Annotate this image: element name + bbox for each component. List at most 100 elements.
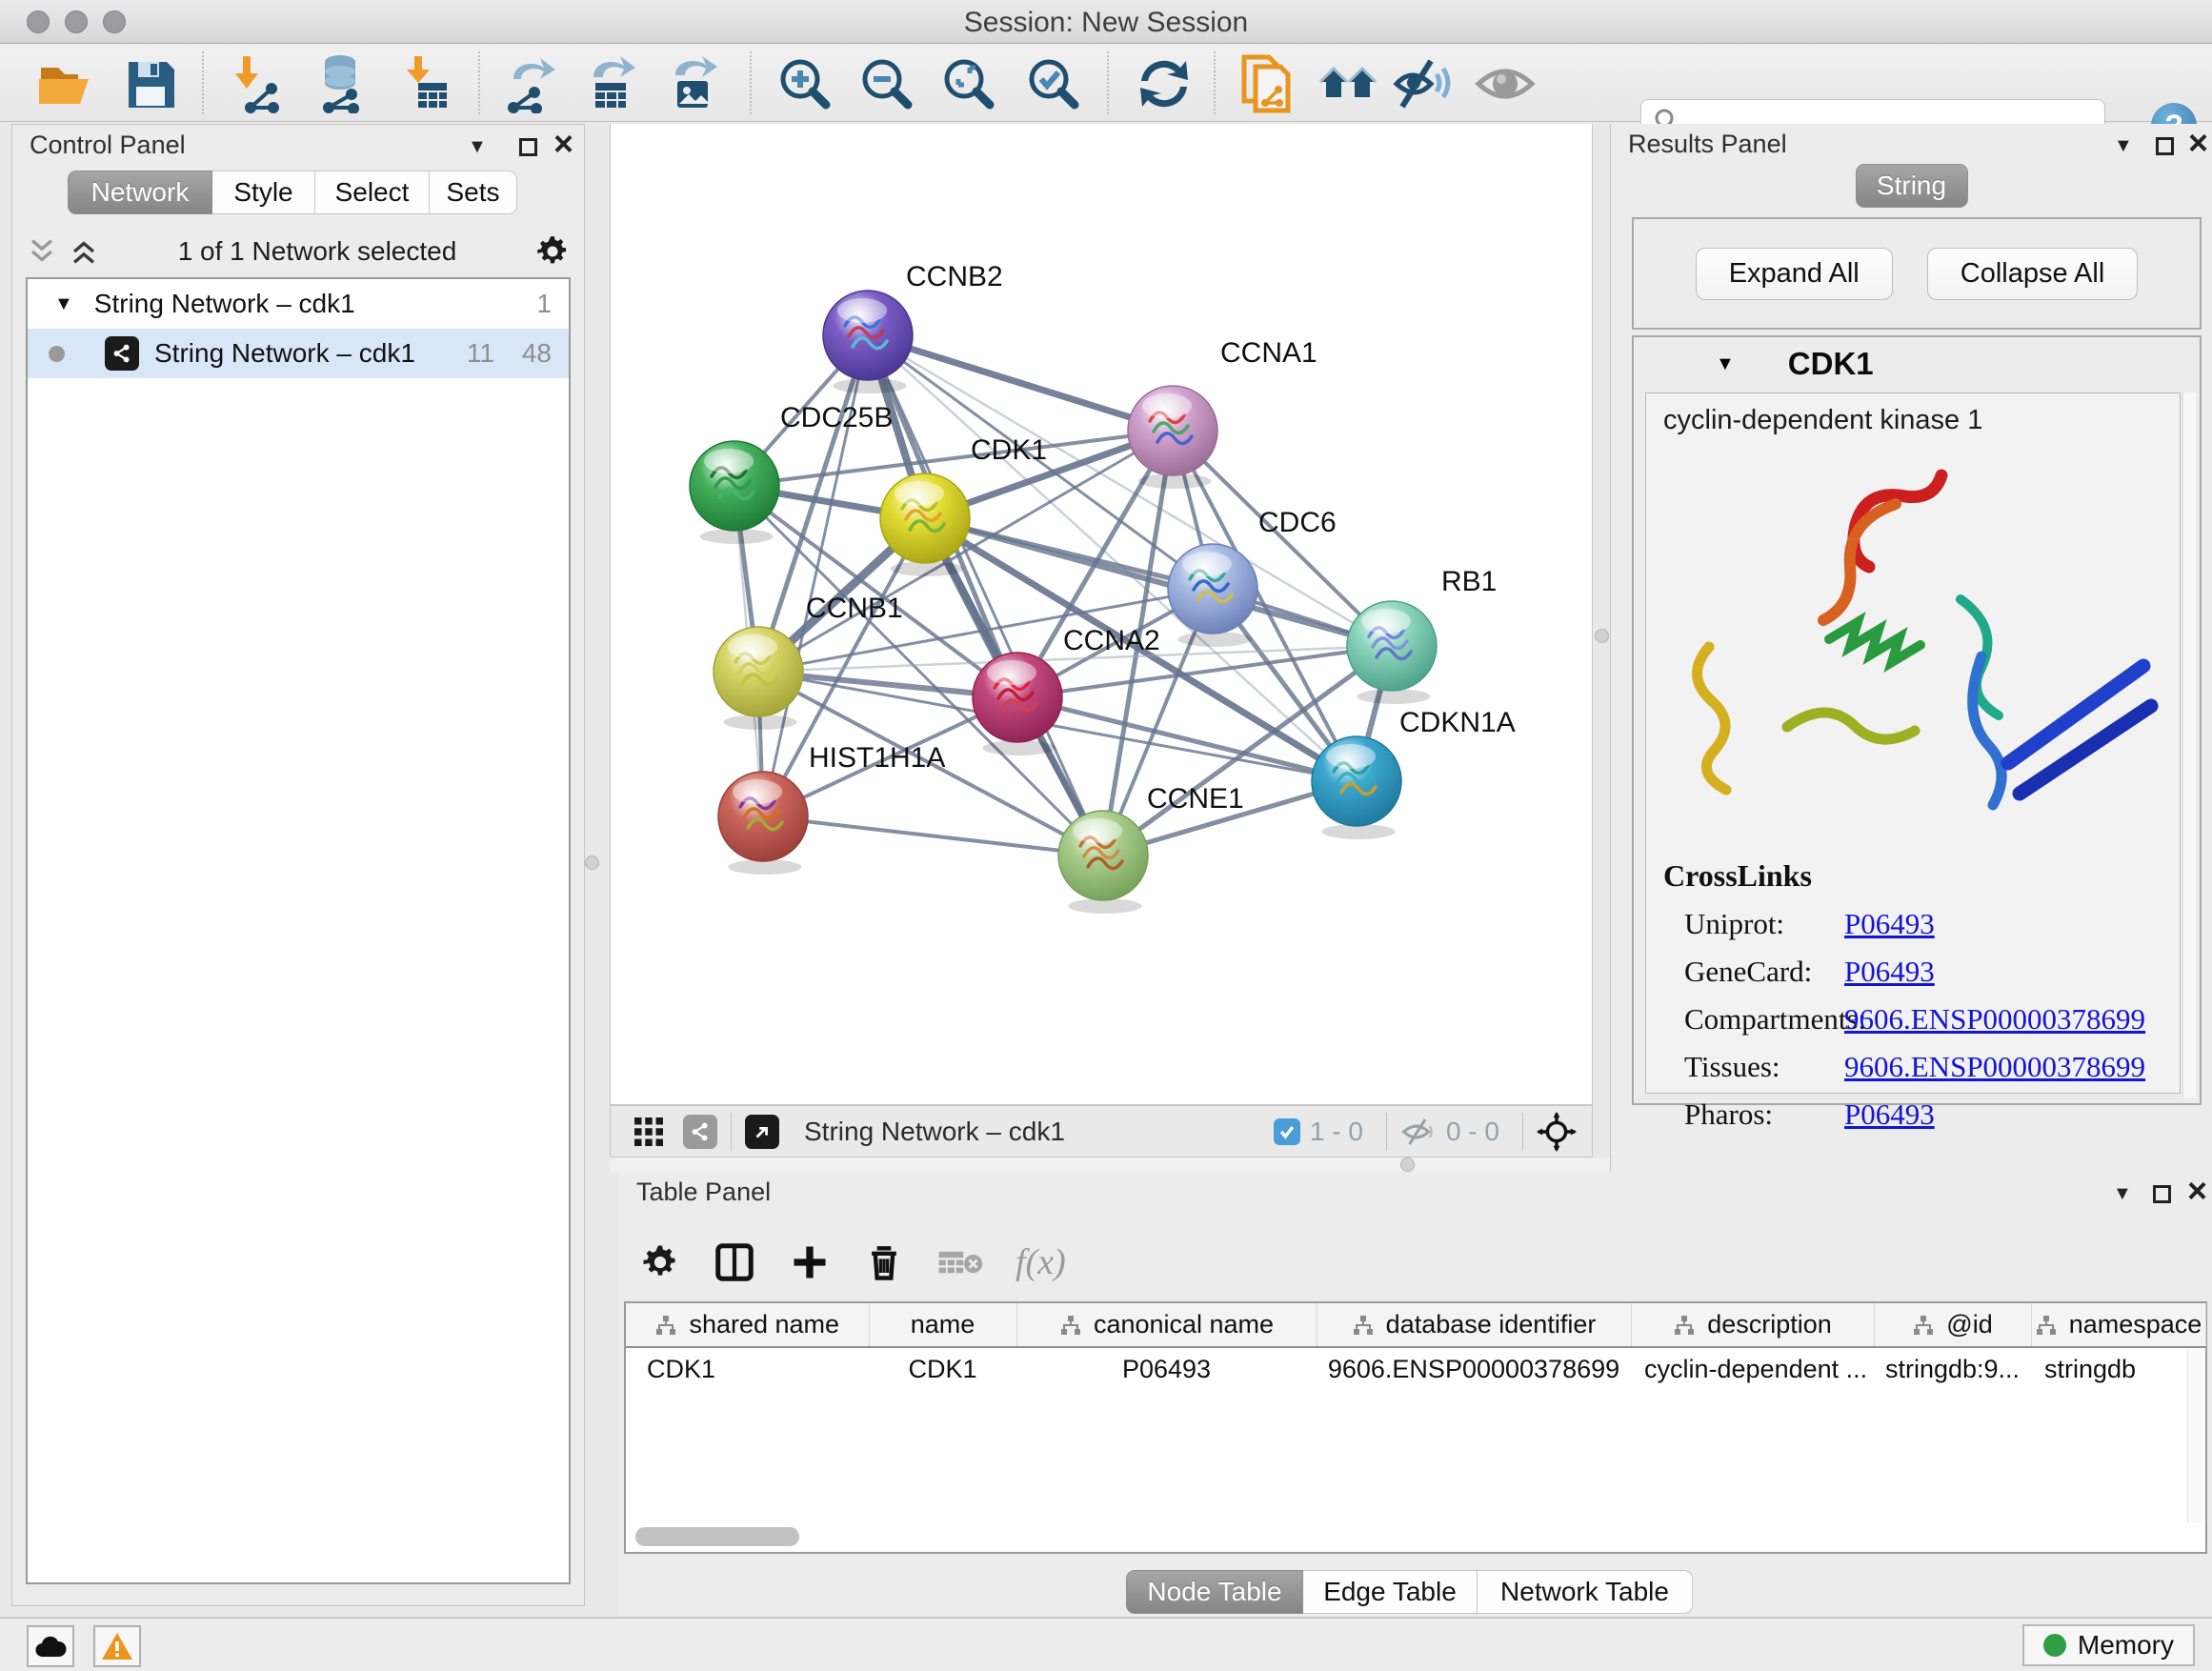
tab-select[interactable]: Select [315, 171, 430, 214]
string-home-icon[interactable] [1318, 53, 1379, 114]
column-header[interactable]: description [1631, 1303, 1874, 1347]
collection-label: String Network – cdk1 [94, 289, 355, 319]
column-header[interactable]: canonical name [1016, 1303, 1317, 1347]
network-row-selected[interactable]: String Network – cdk1 11 48 [28, 329, 569, 378]
import-network-from-database-icon[interactable] [311, 53, 372, 114]
network-share-icon[interactable] [683, 1115, 717, 1149]
column-header[interactable]: name [869, 1303, 1016, 1347]
cell-name[interactable]: CDK1 [869, 1347, 1016, 1391]
tab-node-table[interactable]: Node Table [1126, 1570, 1303, 1614]
crosslink-compartments-link[interactable]: 9606.ENSP00000378699 [1844, 1002, 2145, 1036]
cell-id[interactable]: stringdb:9... [1874, 1347, 2031, 1391]
disclosure-triangle-icon[interactable]: ▼ [1716, 353, 1735, 375]
table-row[interactable]: CDK1 CDK1 P06493 9606.ENSP00000378699 cy… [626, 1347, 2205, 1391]
table-toolbar: f(x) [640, 1233, 1066, 1292]
gear-icon[interactable] [640, 1242, 680, 1282]
cell-description[interactable]: cyclin-dependent ... [1631, 1347, 1874, 1391]
disclosure-triangle-icon[interactable]: ▼ [54, 293, 73, 315]
import-network-icon[interactable] [229, 53, 290, 114]
results-node-box: ▼ CDK1 cyclin-dependent kinase 1 [1632, 335, 2202, 1105]
add-column-icon[interactable] [789, 1241, 831, 1283]
network-graph[interactable]: CCNB2CCNA1CDC25BCDK1CDC6RB1CCNB1CCNA2CDK… [611, 124, 1592, 1103]
splitter-handle[interactable] [1400, 1158, 1415, 1172]
window-title: Session: New Session [0, 7, 2212, 39]
zoom-selected-icon[interactable] [1023, 53, 1084, 114]
column-header[interactable]: shared name [626, 1303, 869, 1347]
splitter-handle[interactable] [1595, 629, 1609, 643]
expand-all-button[interactable]: Expand All [1696, 248, 1893, 300]
show-columns-icon[interactable] [713, 1240, 756, 1284]
birds-eye-grid-icon[interactable] [632, 1115, 666, 1149]
crosslink-label: Compartments: [1663, 1002, 1844, 1037]
panel-float-icon[interactable] [519, 138, 537, 161]
save-session-icon[interactable] [120, 53, 181, 114]
edge-count: 48 [522, 338, 552, 369]
collapse-all-icon[interactable] [26, 235, 58, 268]
node-entry-detail: cyclin-dependent kinase 1 [1645, 393, 2181, 1094]
expand-all-icon[interactable] [68, 235, 100, 268]
column-header[interactable]: namespace [2031, 1303, 2205, 1347]
node-label-CDC6: CDC6 [1258, 507, 1337, 538]
tab-network[interactable]: Network [68, 171, 212, 214]
column-header[interactable]: database identifier [1317, 1303, 1631, 1347]
cell-shared-name[interactable]: CDK1 [626, 1347, 869, 1391]
zoom-in-icon[interactable] [774, 53, 835, 114]
open-session-icon[interactable] [34, 53, 95, 114]
cloud-button[interactable] [27, 1625, 74, 1667]
network-collection-row[interactable]: ▼ String Network – cdk1 1 [28, 279, 569, 329]
crosslink-label: GeneCard: [1663, 955, 1844, 989]
panel-float-icon[interactable] [2156, 137, 2174, 160]
share-document-icon[interactable] [1237, 53, 1297, 114]
cytoscape-window: Session: New Session [0, 0, 2212, 1671]
gear-icon[interactable] [534, 233, 571, 270]
node-label-CCNA2: CCNA2 [1063, 625, 1160, 656]
tab-edge-table[interactable]: Edge Table [1303, 1570, 1478, 1614]
tab-style[interactable]: Style [212, 171, 315, 214]
table-horizontal-scrollbar[interactable] [630, 1527, 2202, 1546]
panel-menu-icon[interactable]: ▼ [2113, 1183, 2132, 1205]
refresh-icon[interactable] [1134, 53, 1195, 114]
selected-checkbox-icon[interactable] [1274, 1118, 1300, 1145]
table-vertical-scrollbar[interactable] [2187, 1349, 2202, 1523]
column-header[interactable]: @id [1874, 1303, 2031, 1347]
scrollbar-thumb[interactable] [635, 1527, 799, 1546]
export-table-icon[interactable] [581, 53, 642, 114]
collapse-all-button[interactable]: Collapse All [1927, 248, 2139, 300]
delete-column-icon[interactable] [863, 1241, 905, 1283]
panel-menu-icon[interactable]: ▼ [468, 136, 487, 158]
zoom-fit-icon[interactable] [938, 53, 999, 114]
crosslink-tissues-link[interactable]: 9606.ENSP00000378699 [1844, 1050, 2145, 1083]
open-in-new-window-icon[interactable] [745, 1115, 779, 1149]
crosslink-pharos-link[interactable]: P06493 [1844, 1097, 1935, 1131]
cell-database-identifier[interactable]: 9606.ENSP00000378699 [1317, 1347, 1631, 1391]
memory-button[interactable]: Memory [2022, 1624, 2195, 1666]
import-table-icon[interactable] [396, 53, 457, 114]
fit-selected-crosshair-icon[interactable] [1537, 1112, 1577, 1152]
eye-icon[interactable] [1475, 53, 1536, 114]
node-entry-header[interactable]: ▼ CDK1 [1634, 337, 2200, 391]
hide-glass-eye-icon[interactable] [1393, 53, 1454, 114]
warning-button[interactable] [93, 1625, 141, 1667]
results-scrollbar[interactable] [2182, 393, 2196, 1097]
crosslink-genecard-link[interactable]: P06493 [1844, 955, 1935, 988]
crosslink-uniprot-link[interactable]: P06493 [1844, 907, 1935, 940]
export-image-icon[interactable] [663, 53, 724, 114]
network-view-toolbar: String Network – cdk1 1 - 0 0 - 0 [610, 1105, 1593, 1158]
export-network-icon[interactable] [499, 53, 560, 114]
panel-close-icon[interactable]: × [553, 131, 573, 157]
splitter-handle[interactable] [585, 856, 599, 870]
zoom-out-icon[interactable] [856, 53, 917, 114]
cell-namespace[interactable]: stringdb [2031, 1347, 2205, 1391]
panel-close-icon[interactable]: × [2188, 130, 2208, 156]
cell-canonical-name[interactable]: P06493 [1016, 1347, 1317, 1391]
tab-network-table[interactable]: Network Table [1478, 1570, 1693, 1614]
tab-sets[interactable]: Sets [430, 171, 517, 214]
tab-string[interactable]: String [1856, 164, 1968, 208]
panel-float-icon[interactable] [2153, 1185, 2171, 1208]
panel-close-icon[interactable]: × [2187, 1178, 2207, 1204]
table-panel-title: Table Panel [636, 1178, 771, 1207]
memory-status-icon [2043, 1634, 2066, 1657]
results-panel-title: Results Panel [1628, 130, 1787, 159]
network-canvas[interactable]: CCNB2CCNA1CDC25BCDK1CDC6RB1CCNB1CCNA2CDK… [610, 124, 1593, 1105]
panel-menu-icon[interactable]: ▼ [2114, 135, 2133, 157]
